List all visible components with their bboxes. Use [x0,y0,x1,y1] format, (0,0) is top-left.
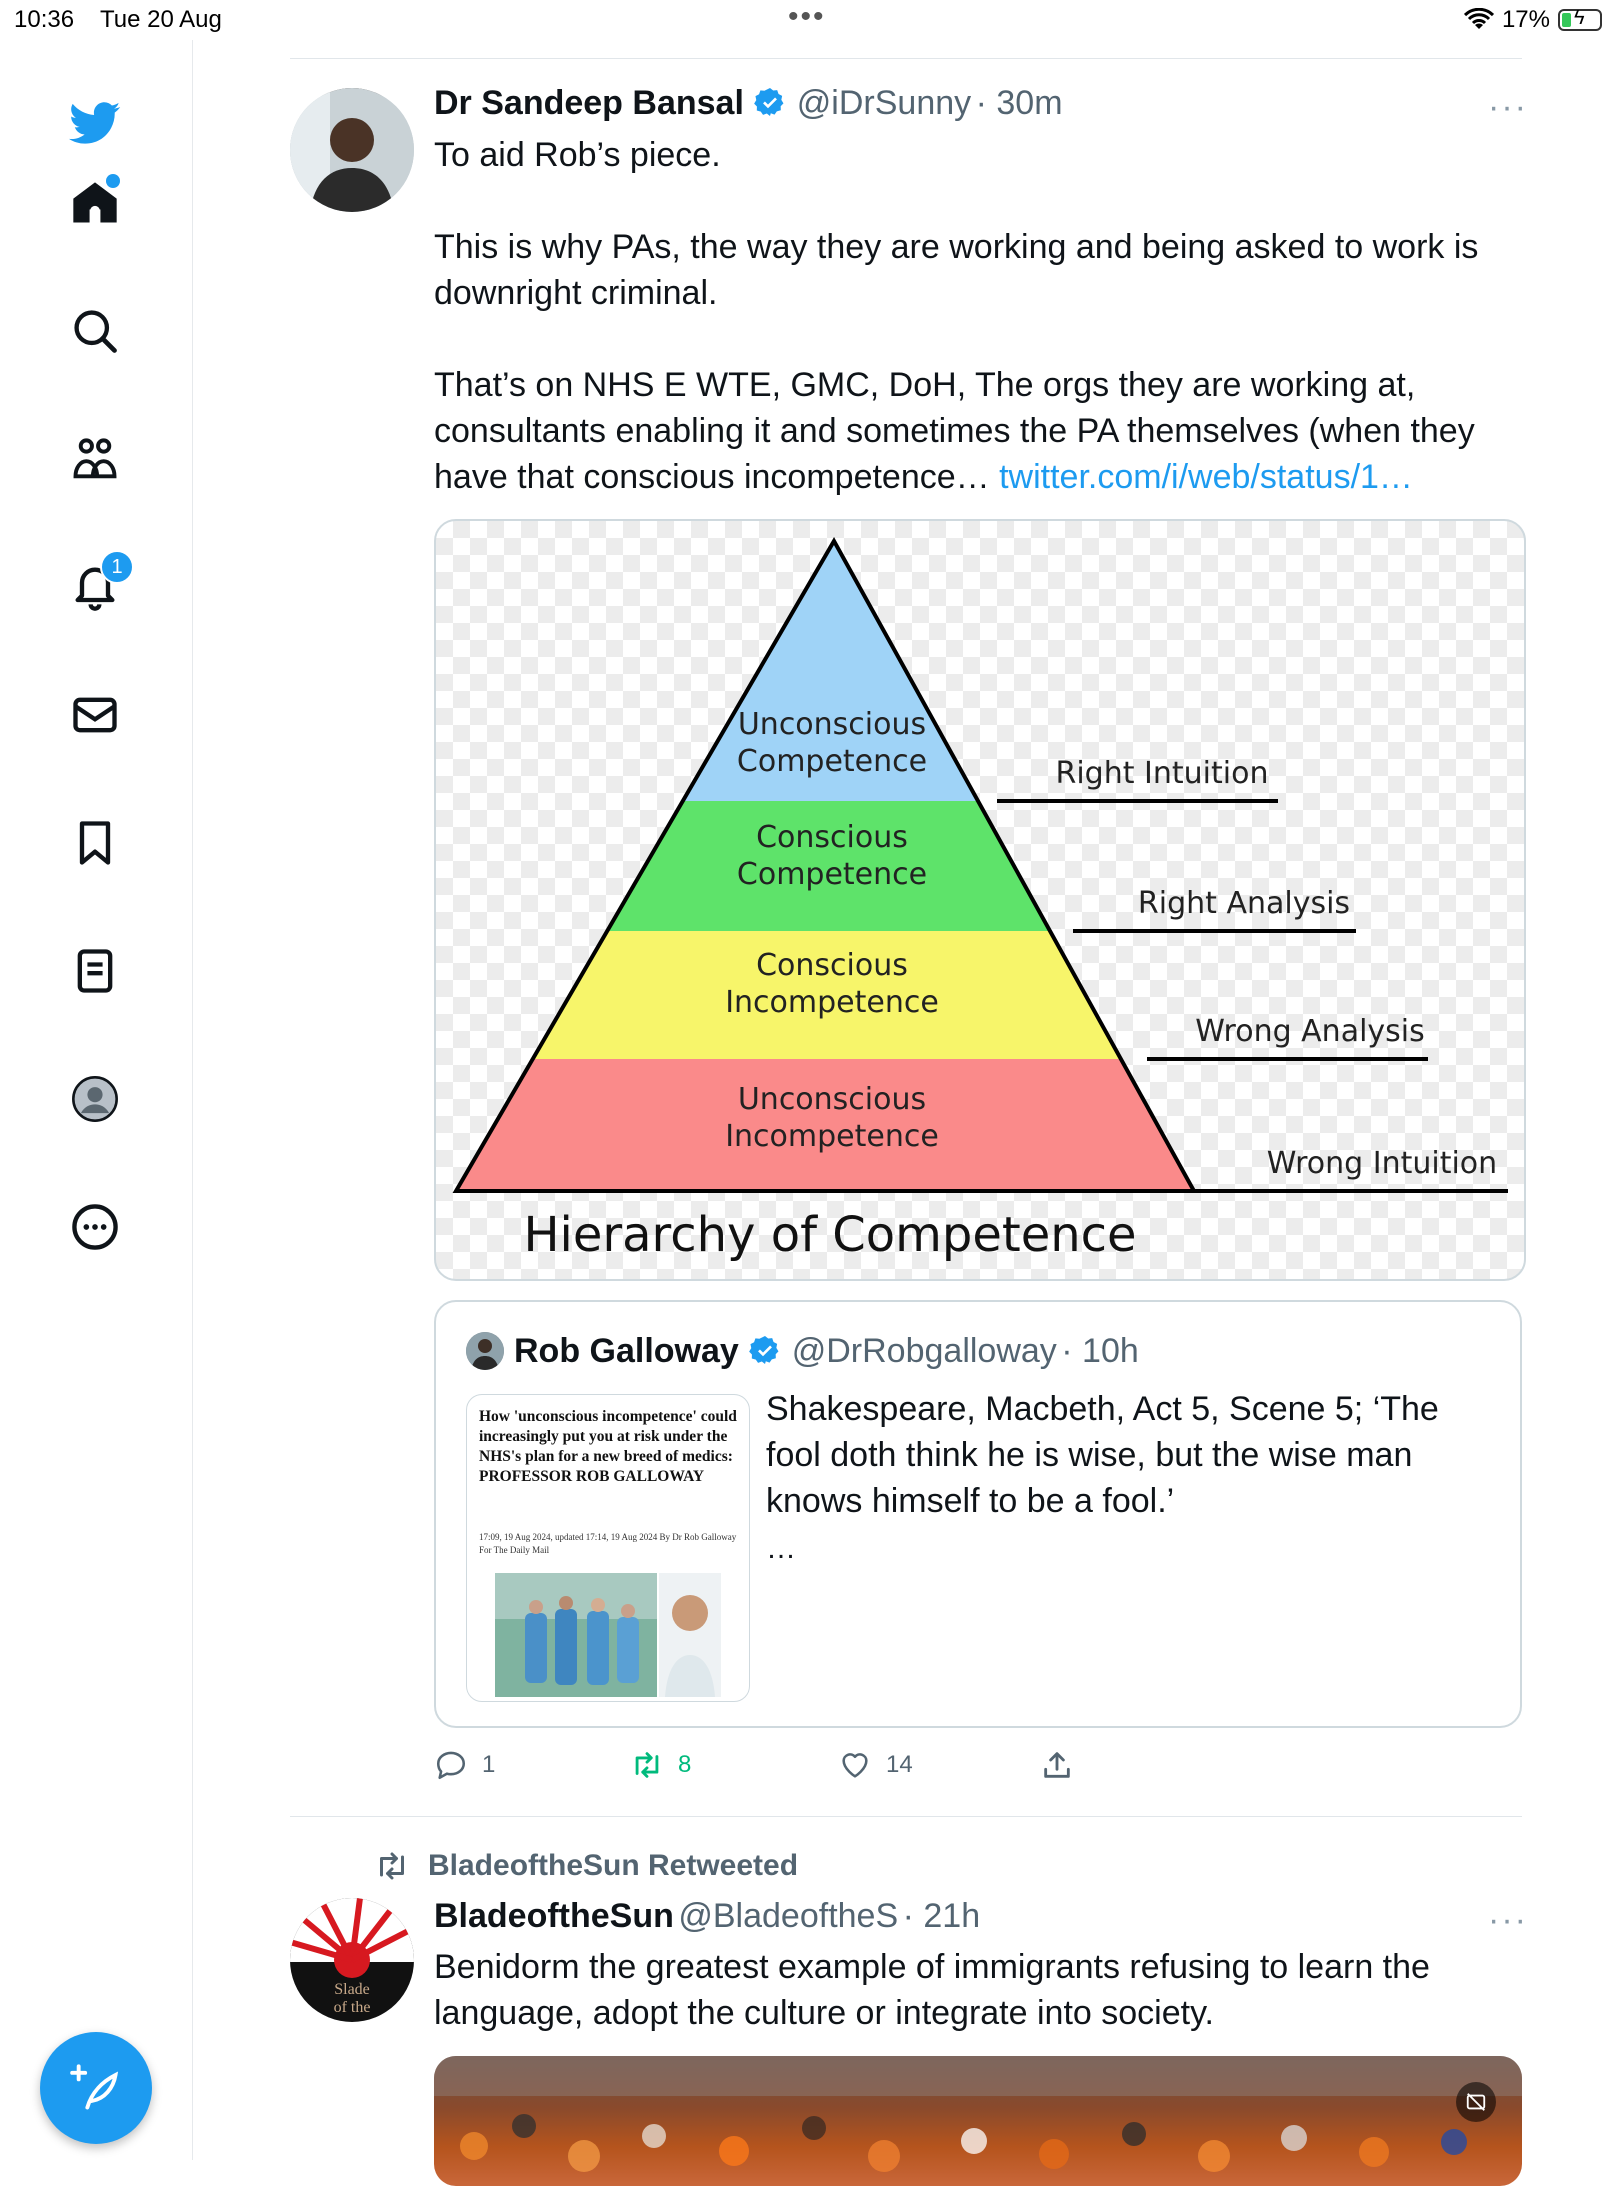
verified-badge-icon [754,88,784,116]
reply-icon [436,1751,466,1780]
level-label: Conscious [756,820,908,855]
status-time: 10:36 [14,6,75,33]
retweet-icon [635,1752,659,1778]
home-unread-dot [106,174,120,188]
tweet-link[interactable]: twitter.com/i/web/status/1… [999,458,1413,496]
tweet-text-line1: To aid Rob’s piece. [434,136,721,174]
svg-text:Slade: Slade [334,1981,370,1998]
wifi-icon [1463,8,1494,29]
video-crowd-thumbnail [434,2056,1522,2172]
quote-time: 10h [1082,1332,1139,1370]
tweet-time[interactable]: 30m [996,84,1062,122]
battery-percent: 17% [1501,6,1550,33]
sensitive-content-icon[interactable] [1456,2082,1496,2122]
tweet-header: Dr Sandeep Bansal @iDrSunny · 30m [434,84,1063,122]
tweet-body: To aid Rob’s piece. This is why PAs, the… [434,132,1514,500]
quote-tweet-card[interactable]: Rob Galloway @DrRobgalloway · 10h How 'u… [434,1300,1522,1728]
side-label: Wrong Analysis [1195,1014,1425,1049]
avatar[interactable] [290,88,414,212]
divider [290,58,1522,59]
share-icon [1044,1752,1070,1778]
quote-author-name[interactable]: Rob Galloway [514,1332,739,1370]
compose-tweet-button[interactable] [40,2032,152,2144]
author-name[interactable]: Dr Sandeep Bansal [434,84,744,122]
status-date: Tue 20 Aug [100,6,222,33]
more-options-icon[interactable]: ··· [1488,88,1528,127]
level-label: Incompetence [725,985,939,1020]
svg-text:of the: of the [334,1999,371,2016]
more-options-icon[interactable]: ··· [1488,1901,1528,1940]
profile-icon[interactable] [62,1066,128,1132]
level-label: Unconscious [738,1082,926,1117]
bookmark-icon[interactable] [62,810,128,876]
tweet-text: Benidorm the greatest example of immigra… [434,1948,1430,2032]
quote-header: Rob Galloway @DrRobgalloway · 10h [514,1332,1139,1370]
tweet-text-para3: That’s on NHS E WTE, GMC, DoH, The orgs … [434,366,1475,496]
search-icon[interactable] [62,298,128,364]
like-count: 14 [886,1751,913,1778]
diagram-caption: Hierarchy of Competence [523,1207,1136,1263]
quote-avatar[interactable] [466,1332,504,1370]
retweet-count: 8 [678,1751,692,1778]
battery-charging-icon: ϟ [1558,7,1602,31]
divider [290,1816,1522,1817]
bell-icon[interactable]: 1 [62,550,134,620]
quote-ellipsis: … [766,1532,796,1565]
avatar[interactable]: Slade of the [290,1898,414,2022]
feather-plus-icon [70,2064,119,2110]
people-icon[interactable] [62,426,128,492]
envelope-icon[interactable] [62,682,128,748]
competence-pyramid-diagram: Unconscious Competence Conscious Compete… [452,536,1508,1263]
side-label: Right Intuition [1056,756,1269,791]
reply-button[interactable]: 1 [434,1748,495,1782]
retweeted-by-label[interactable]: BladeoftheSun Retweeted [428,1849,798,1883]
more-circle-icon[interactable] [62,1194,128,1260]
notification-count-badge: 1 [100,550,134,584]
tweet-time[interactable]: 21h [923,1897,980,1935]
author-handle[interactable]: @BladeoftheS [678,1897,898,1935]
bird-icon[interactable] [62,90,128,156]
author-name[interactable]: BladeoftheSun [434,1897,674,1935]
level-label: Incompetence [725,1119,939,1154]
article-photo [495,1573,721,1697]
level-label: Unconscious [738,707,926,742]
multitasking-dots[interactable]: ••• [788,0,826,34]
side-label: Wrong Intuition [1267,1146,1497,1181]
retweet-icon [380,1852,404,1880]
tweet-header: BladeoftheSun @BladeoftheS · 21h [434,1897,981,1935]
tweet-text-para2: This is why PAs, the way they are workin… [434,228,1479,312]
verified-badge-icon [749,1336,779,1364]
retweet-button[interactable]: 8 [630,1748,691,1782]
quote-author-handle[interactable]: @DrRobgalloway [792,1332,1057,1370]
level-unconscious-competence [456,541,1194,801]
retweet-context: BladeoftheSun Retweeted [374,1848,798,1884]
tweet-image[interactable]: Unconscious Competence Conscious Compete… [434,519,1526,1281]
level-label: Competence [737,744,927,779]
status-right: 17% ϟ [1463,6,1602,34]
list-icon[interactable] [62,938,128,1004]
like-button[interactable]: 14 [838,1748,913,1782]
level-label: Conscious [756,948,908,983]
heart-icon [842,1753,868,1778]
tweet-actions: 1 8 14 [434,1748,1134,1792]
home-icon[interactable] [62,170,128,236]
level-conscious-competence [456,801,1194,931]
reply-count: 1 [482,1751,496,1778]
level-label: Competence [737,857,927,892]
side-label: Right Analysis [1138,886,1350,921]
share-button[interactable] [1040,1748,1074,1782]
article-title: How 'unconscious incompetence' could inc… [479,1408,737,1485]
article-meta: 17:09, 19 Aug 2024, updated 17:14, 19 Au… [479,1532,737,1555]
status-bar: 10:36 Tue 20 Aug ••• 17% ϟ [0,0,1620,40]
author-handle[interactable]: @iDrSunny [797,84,971,122]
quote-text: Shakespeare, Macbeth, Act 5, Scene 5; ‘T… [766,1390,1439,1520]
article-thumbnail[interactable]: How 'unconscious incompetence' could inc… [466,1394,750,1702]
sidebar: 1 [0,40,193,2160]
tweet-video[interactable] [434,2056,1522,2186]
